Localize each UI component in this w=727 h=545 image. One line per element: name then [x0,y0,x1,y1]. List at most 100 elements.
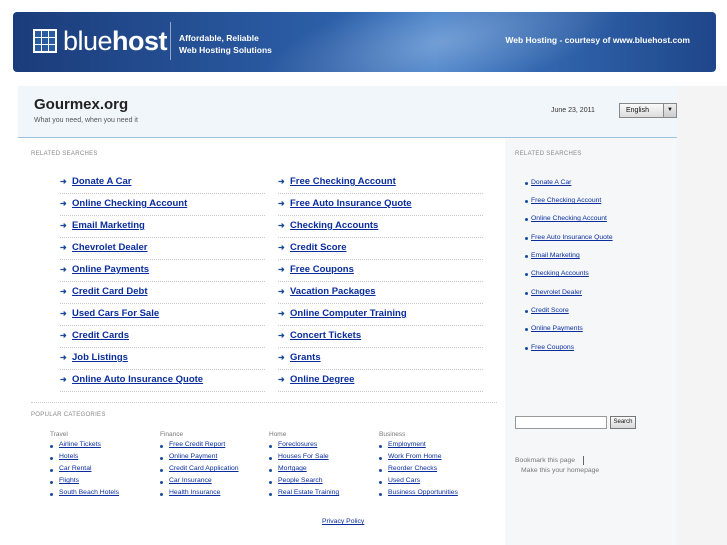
bluehost-logo[interactable]: bluehost [33,26,168,56]
search-link[interactable]: Online Computer Training [290,308,407,319]
search-link[interactable]: Credit Cards [72,330,129,341]
list-item[interactable]: Real Estate Training [269,489,374,501]
page-subtitle: What you need, when you need it [34,117,138,124]
side-related-label: RELATED SEARCHES [515,151,582,157]
arrow-right-icon: ➜ [278,265,285,274]
list-item[interactable]: Online Payment [160,453,265,465]
sidebar-item[interactable]: Online Checking Account [525,215,607,222]
list-item[interactable]: ➜ Concert Tickets [278,326,483,348]
arrow-right-icon: ➜ [60,287,67,296]
list-item[interactable]: Hotels [50,453,155,465]
search-button[interactable]: Search [610,416,636,429]
arrow-right-icon: ➜ [60,331,67,340]
sidebar-item[interactable]: Free Checking Account [525,197,601,204]
list-item[interactable]: Work From Home [379,453,484,465]
bullet-icon [269,457,272,460]
list-item[interactable]: Employment [379,441,484,453]
search-link[interactable]: Online Checking Account [72,198,187,209]
list-item[interactable]: ➜ Grants [278,348,483,370]
list-item[interactable]: Houses For Sale [269,453,374,465]
list-item[interactable]: ➜ Email Marketing [60,216,265,238]
sidebar-item[interactable]: Chevrolet Dealer [525,289,582,296]
list-item[interactable]: ➜ Credit Card Debt [60,282,265,304]
list-item[interactable]: ➜ Free Auto Insurance Quote [278,194,483,216]
list-item[interactable]: South Beach Hotels [50,489,155,501]
bullet-icon [379,493,382,496]
privacy-policy-link[interactable]: Privacy Policy [322,518,364,525]
bullet-icon [525,292,528,295]
language-value: English [626,107,649,114]
list-item[interactable]: ➜ Online Payments [60,260,265,282]
list-item[interactable]: Airline Tickets [50,441,155,453]
search-link[interactable]: Chevrolet Dealer [72,242,148,253]
sidebar-item[interactable]: Donate A Car [525,179,571,186]
bookmark-link[interactable]: Bookmark this page [515,457,575,464]
chevron-down-icon[interactable]: ▼ [663,104,676,117]
sidebar-item[interactable]: Free Coupons [525,344,574,351]
language-select[interactable]: English ▼ [619,103,677,118]
bullet-icon [50,457,53,460]
search-link[interactable]: Online Payments [72,264,149,275]
list-item[interactable]: People Search [269,477,374,489]
list-item[interactable]: ➜ Used Cars For Sale [60,304,265,326]
category-head: Home [269,431,287,438]
list-item[interactable]: ➜ Online Auto Insurance Quote [60,370,265,392]
arrow-right-icon: ➜ [278,199,285,208]
list-item[interactable]: Flights [50,477,155,489]
search-link[interactable]: Grants [290,352,321,363]
search-link[interactable]: Job Listings [72,352,128,363]
site-header: Gourmex.org What you need, when you need… [18,86,677,138]
list-item[interactable]: Business Opportunities [379,489,484,501]
link-separator [583,456,584,465]
search-link[interactable]: Email Marketing [72,220,145,231]
list-item[interactable]: Car Rental [50,465,155,477]
search-link[interactable]: Free Coupons [290,264,354,275]
list-item[interactable]: Mortgage [269,465,374,477]
list-item[interactable]: Health Insurance [160,489,265,501]
search-link[interactable]: Free Checking Account [290,176,396,187]
arrow-right-icon: ➜ [278,243,285,252]
bluehost-banner[interactable]: bluehost Affordable, Reliable Web Hostin… [13,12,716,72]
search-link[interactable]: Credit Score [290,242,347,253]
bullet-icon [160,445,163,448]
arrow-right-icon: ➜ [278,331,285,340]
list-item[interactable]: ➜ Online Degree [278,370,483,392]
bullet-icon [525,328,528,331]
list-item[interactable]: ➜ Vacation Packages [278,282,483,304]
list-item[interactable]: ➜ Free Coupons [278,260,483,282]
homepage-link[interactable]: Make this your homepage [521,467,599,474]
arrow-right-icon: ➜ [60,265,67,274]
list-item[interactable]: Foreclosures [269,441,374,453]
list-item[interactable]: Car Insurance [160,477,265,489]
search-link[interactable]: Checking Accounts [290,220,378,231]
list-item[interactable]: ➜ Checking Accounts [278,216,483,238]
list-item[interactable]: ➜ Donate A Car [60,172,265,194]
list-item[interactable]: ➜ Online Checking Account [60,194,265,216]
list-item[interactable]: ➜ Credit Cards [60,326,265,348]
list-item[interactable]: Reorder Checks [379,465,484,477]
list-item[interactable]: ➜ Online Computer Training [278,304,483,326]
arrow-right-icon: ➜ [278,375,285,384]
search-link[interactable]: Free Auto Insurance Quote [290,198,412,209]
search-link[interactable]: Concert Tickets [290,330,361,341]
list-item[interactable]: ➜ Job Listings [60,348,265,370]
sidebar-item[interactable]: Online Payments [525,325,583,332]
sidebar-item[interactable]: Free Auto Insurance Quote [525,234,613,241]
list-item[interactable]: Free Credit Report [160,441,265,453]
sidebar-item[interactable]: Email Marketing [525,252,580,259]
list-item[interactable]: ➜ Free Checking Account [278,172,483,194]
search-link[interactable]: Online Degree [290,374,354,385]
search-link[interactable]: Donate A Car [72,176,131,187]
list-item[interactable]: Credit Card Application [160,465,265,477]
search-input[interactable] [515,416,607,429]
sidebar-item[interactable]: Credit Score [525,307,569,314]
search-link[interactable]: Used Cars For Sale [72,308,159,319]
search-link[interactable]: Online Auto Insurance Quote [72,374,203,385]
search-link[interactable]: Vacation Packages [290,286,376,297]
sidebar-item[interactable]: Checking Accounts [525,270,589,277]
list-item[interactable]: ➜ Chevrolet Dealer [60,238,265,260]
list-item[interactable]: Used Cars [379,477,484,489]
search-link[interactable]: Credit Card Debt [72,286,147,297]
list-item[interactable]: ➜ Credit Score [278,238,483,260]
category-head: Finance [160,431,184,438]
